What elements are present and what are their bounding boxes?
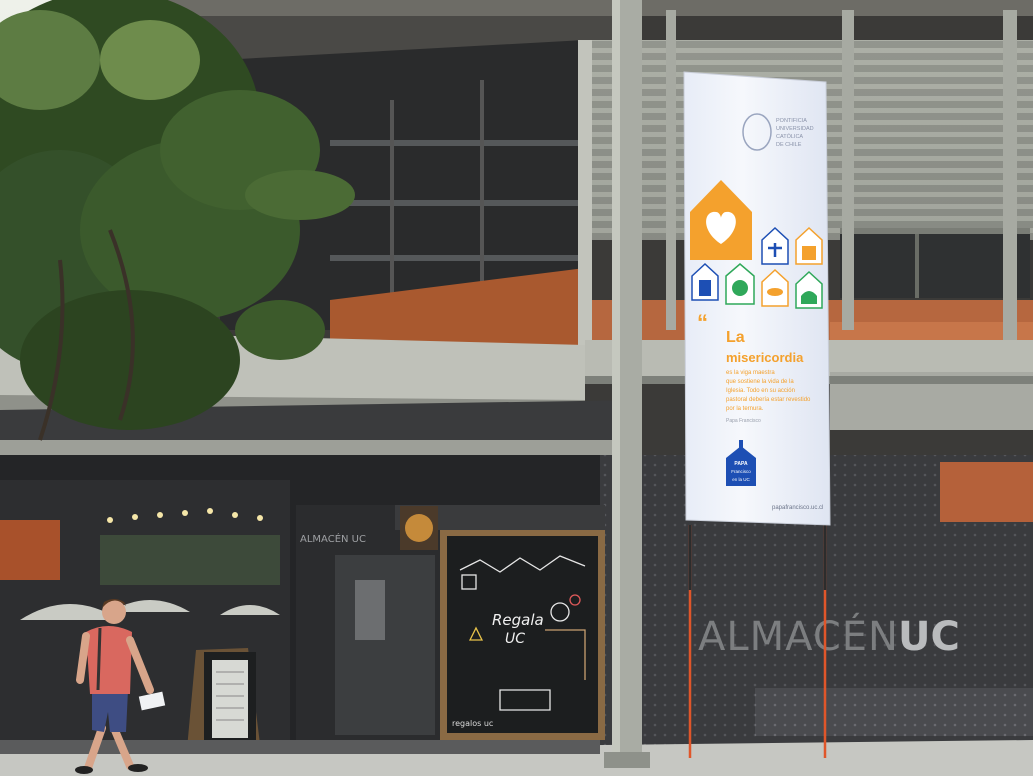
body-line-3: Iglesia. Todo en su acción xyxy=(726,388,795,394)
crest-text-3: CATÓLICA xyxy=(776,133,803,140)
crest-text-2: UNIVERSIDAD xyxy=(776,126,814,132)
headline-line-1: La xyxy=(726,329,745,346)
badge-line-1: PAPA xyxy=(734,461,748,467)
badge-line-2: Francisco xyxy=(731,469,751,474)
roof-edge xyxy=(150,0,1033,16)
emblem-icon xyxy=(405,514,433,542)
small-store-sign: ALMACÉN UC xyxy=(300,532,366,545)
headline-line-2: misericordia xyxy=(726,350,804,365)
body-line-5: por la ternura. xyxy=(726,406,764,412)
scene: ALMACÉN UC Regala UC regalos uc ALMACÉN … xyxy=(0,0,1033,776)
scene-drawing: ALMACÉN UC Regala UC regalos uc ALMACÉN … xyxy=(0,0,1033,776)
crest-text-1: PONTIFICIA xyxy=(776,118,807,124)
right-window xyxy=(840,228,1030,298)
store-name-left: ALMACÉN xyxy=(698,612,899,660)
quote-mark: “ xyxy=(697,310,708,335)
chalkboard-line-2: UC xyxy=(505,631,525,647)
banner-url: papafrancisco.uc.cl xyxy=(772,505,823,511)
badge-line-3: en la UC xyxy=(732,477,750,482)
crest-text-4: DE CHILE xyxy=(776,142,802,148)
chalkboard-footer: regalos uc xyxy=(452,719,493,728)
chalkboard-line-1: Regala xyxy=(492,611,544,629)
store-name-right: UC xyxy=(898,614,960,660)
body-line-1: es la viga maestra xyxy=(726,370,775,376)
body-line-2: que sostiene la vida de la xyxy=(726,379,794,385)
body-line-4: pastoral debería estar revestido xyxy=(726,397,811,403)
quote-attribution: Papa Francisco xyxy=(726,418,761,424)
banner: PONTIFICIA UNIVERSIDAD CATÓLICA DE CHILE xyxy=(683,71,831,526)
